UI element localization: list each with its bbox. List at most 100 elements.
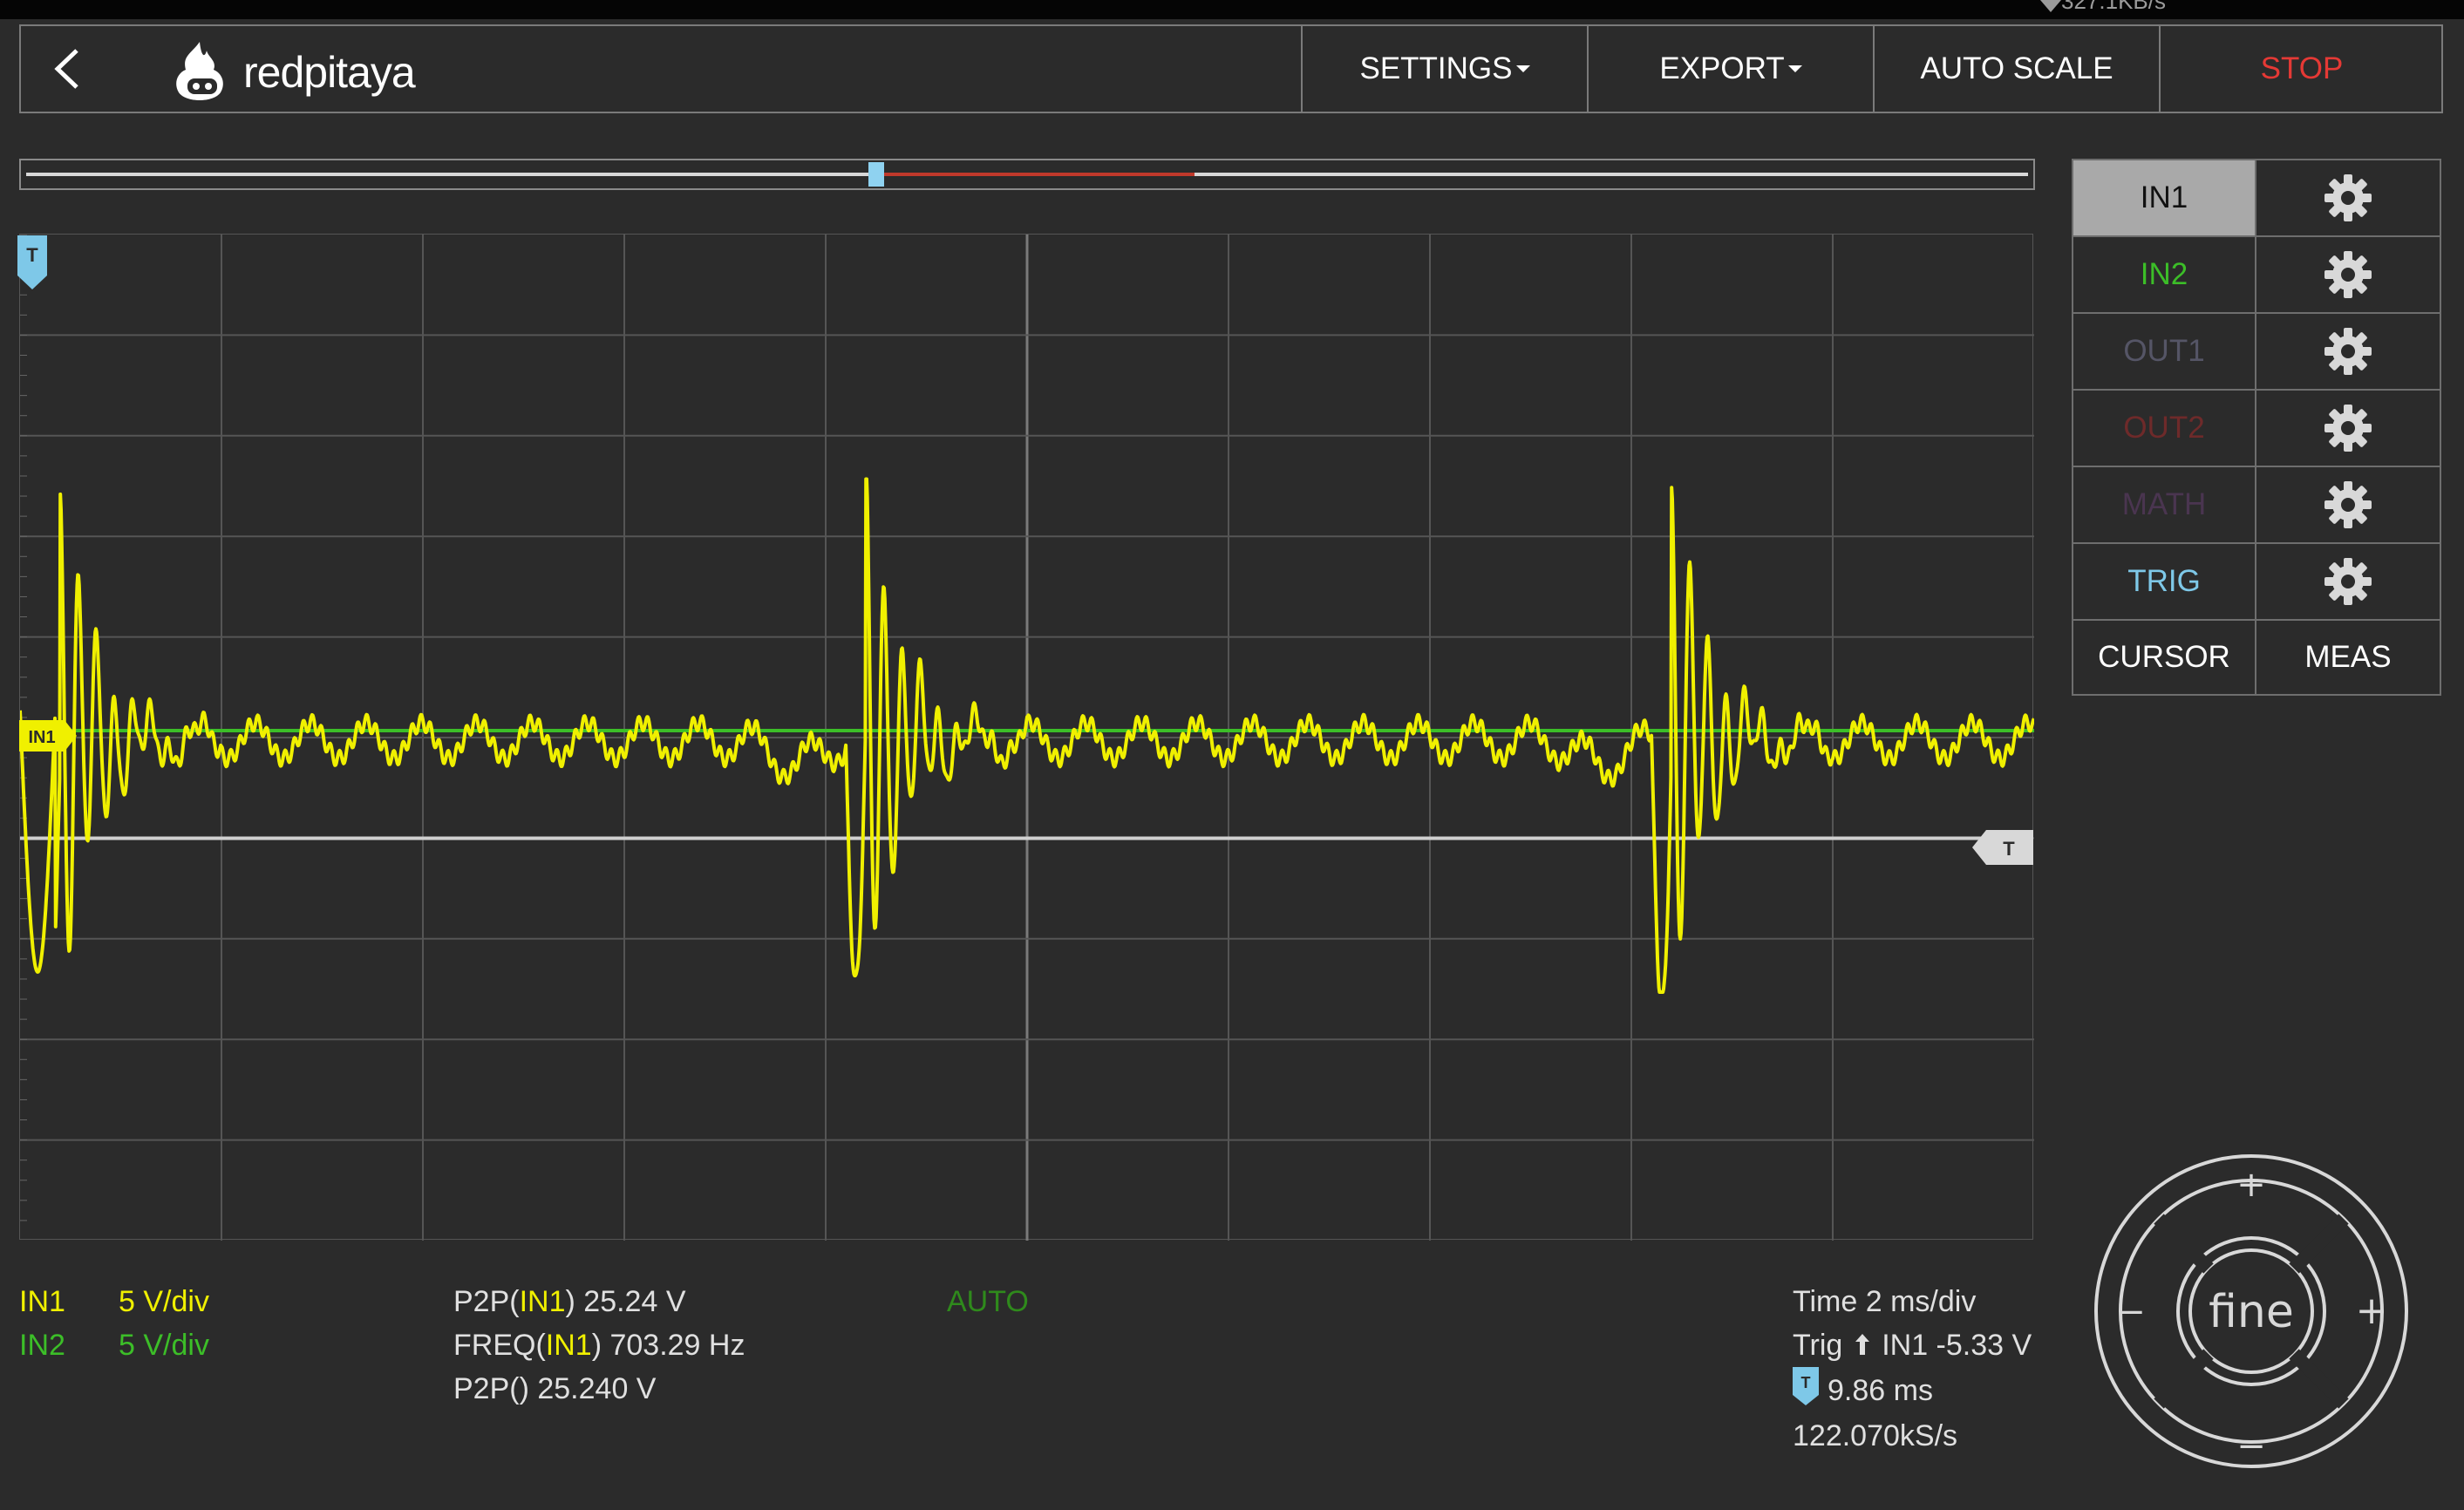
jog-left-button[interactable]: − bbox=[2116, 1292, 2146, 1332]
p2p-value: ) 25.24 V bbox=[565, 1285, 686, 1318]
jog-right-button[interactable]: + bbox=[2356, 1289, 2388, 1333]
in2-scale: 5 V/div bbox=[119, 1323, 209, 1367]
p2p-prefix: P2P( bbox=[453, 1285, 520, 1318]
channel-settings-in1[interactable] bbox=[2255, 159, 2441, 237]
jog-down-button[interactable]: − bbox=[2236, 1426, 2266, 1466]
in1-status-label: IN1 bbox=[19, 1285, 65, 1318]
cursor-label: CURSOR bbox=[2098, 640, 2230, 674]
jog-fine-button[interactable]: fine bbox=[2209, 1286, 2294, 1338]
stop-label: STOP bbox=[2260, 51, 2344, 85]
channel-label: MATH bbox=[2121, 487, 2207, 521]
in1-scale-value: 5 V/div bbox=[119, 1285, 209, 1318]
gear-icon bbox=[2323, 326, 2373, 377]
export-button[interactable]: EXPORT bbox=[1587, 26, 1873, 112]
gear-icon bbox=[2323, 403, 2373, 453]
freq-prefix: FREQ( bbox=[453, 1329, 546, 1362]
channel-settings-math[interactable] bbox=[2255, 466, 2441, 544]
oscilloscope-plot[interactable] bbox=[18, 234, 2036, 1241]
trigger-time-marker-label: T bbox=[26, 244, 38, 266]
channel-button-out1[interactable]: OUT1 bbox=[2072, 312, 2256, 391]
trigger-position: T 9.86 ms bbox=[1793, 1367, 1933, 1418]
time-position-slider[interactable] bbox=[19, 159, 2035, 190]
download-arrow-icon bbox=[2040, 0, 2061, 12]
slider-handle[interactable] bbox=[868, 162, 884, 187]
in1-status: IN1 bbox=[19, 1280, 65, 1323]
jog-down-label: − bbox=[2236, 1426, 2266, 1466]
channel-settings-in2[interactable] bbox=[2255, 235, 2441, 314]
meas-label: MEAS bbox=[2304, 640, 2392, 674]
back-chevron-icon[interactable] bbox=[44, 44, 94, 94]
channel-label: OUT1 bbox=[2123, 334, 2205, 368]
jog-up-label: + bbox=[2236, 1165, 2266, 1205]
in2-status: IN2 bbox=[19, 1323, 65, 1367]
trigger-level-marker-label: T bbox=[2003, 838, 2015, 860]
channel-label: TRIG bbox=[2127, 564, 2201, 598]
rising-edge-icon bbox=[1855, 1323, 1870, 1367]
caret-down-icon bbox=[1787, 65, 1802, 72]
jog-left-label: − bbox=[2116, 1292, 2146, 1332]
trig-source: IN1 -5.33 V bbox=[1882, 1329, 2032, 1362]
channel-settings-out1[interactable] bbox=[2255, 312, 2441, 391]
waveform-canvas bbox=[18, 234, 2036, 1241]
sample-rate: 122.070kS/s bbox=[1793, 1414, 1957, 1458]
freq-value: ) 703.29 Hz bbox=[591, 1329, 745, 1362]
stop-button[interactable]: STOP bbox=[2159, 26, 2443, 112]
caret-down-icon bbox=[1515, 65, 1530, 72]
channel-label: IN2 bbox=[2140, 257, 2188, 291]
channel-button-trig[interactable]: TRIG bbox=[2072, 542, 2256, 621]
channel-label: IN1 bbox=[2140, 180, 2188, 214]
jog-wheel[interactable]: + − − + fine bbox=[2094, 1144, 2408, 1479]
sample-rate-value: 122.070kS/s bbox=[1793, 1419, 1958, 1452]
channel-panel: IN1 IN2 OUT1 OUT2 MATH TRIG CURSOR MEAS bbox=[2072, 159, 2441, 696]
p2p-empty-measurement: P2P() 25.240 V bbox=[453, 1367, 656, 1411]
trigger-mode-value: AUTO bbox=[947, 1285, 1029, 1318]
time-div: Time 2 ms/div bbox=[1793, 1280, 1976, 1323]
transfer-rate-text: 327.1KB/s bbox=[2061, 0, 2166, 14]
slider-view-window bbox=[875, 173, 1195, 176]
channel-settings-trig[interactable] bbox=[2255, 542, 2441, 621]
trig-text: Trig bbox=[1793, 1329, 1843, 1362]
trig-pos-value: 9.86 ms bbox=[1828, 1373, 1933, 1407]
gear-icon bbox=[2323, 556, 2373, 607]
meas-button[interactable]: MEAS bbox=[2255, 619, 2441, 696]
gear-icon bbox=[2323, 173, 2373, 223]
jog-right-label: + bbox=[2356, 1289, 2388, 1333]
trigger-position-marker-label: T bbox=[1801, 1374, 1811, 1391]
trigger-info: Trig IN1 -5.33 V bbox=[1793, 1323, 2032, 1367]
logo-text: redpitaya bbox=[243, 48, 416, 97]
trigger-time-marker[interactable]: T bbox=[17, 235, 49, 296]
channel-settings-out2[interactable] bbox=[2255, 389, 2441, 467]
jog-up-button[interactable]: + bbox=[2236, 1165, 2266, 1205]
jog-center-label: fine bbox=[2209, 1286, 2294, 1338]
in1-marker-label: IN1 bbox=[28, 728, 55, 747]
in1-offset-marker[interactable]: IN1 bbox=[19, 720, 78, 756]
freq-channel: IN1 bbox=[545, 1329, 592, 1362]
in2-scale-value: 5 V/div bbox=[119, 1329, 209, 1362]
trigger-mode: AUTO bbox=[947, 1280, 1029, 1323]
top-navbar: redpitaya SETTINGS EXPORT AUTO SCALE STO… bbox=[19, 24, 2443, 113]
redpitaya-logo[interactable]: redpitaya bbox=[165, 38, 426, 105]
p2p-measurement: P2P(IN1) 25.24 V bbox=[453, 1280, 686, 1323]
export-label: EXPORT bbox=[1659, 51, 1785, 85]
in1-scale: 5 V/div bbox=[119, 1280, 209, 1323]
channel-button-in2[interactable]: IN2 bbox=[2072, 235, 2256, 314]
channel-button-math[interactable]: MATH bbox=[2072, 466, 2256, 544]
trigger-position-marker-icon: T bbox=[1793, 1367, 1819, 1418]
channel-button-in1[interactable]: IN1 bbox=[2072, 159, 2256, 237]
autoscale-button[interactable]: AUTO SCALE bbox=[1873, 26, 2159, 112]
autoscale-label: AUTO SCALE bbox=[1920, 51, 2113, 85]
time-div-value: Time 2 ms/div bbox=[1793, 1285, 1977, 1318]
settings-label: SETTINGS bbox=[1359, 51, 1513, 85]
p2p-channel: IN1 bbox=[519, 1285, 566, 1318]
channel-button-out2[interactable]: OUT2 bbox=[2072, 389, 2256, 467]
trigger-level-marker[interactable]: T bbox=[1972, 830, 2035, 869]
cursor-button[interactable]: CURSOR bbox=[2072, 619, 2256, 696]
freq-measurement: FREQ(IN1) 703.29 Hz bbox=[453, 1323, 745, 1367]
gear-icon bbox=[2323, 249, 2373, 300]
top-status-strip: 327.1KB/s bbox=[0, 0, 2464, 19]
p2p2-value: P2P() 25.240 V bbox=[453, 1372, 657, 1405]
redpitaya-logo-icon bbox=[176, 42, 223, 100]
gear-icon bbox=[2323, 480, 2373, 530]
settings-button[interactable]: SETTINGS bbox=[1301, 26, 1587, 112]
channel-label: OUT2 bbox=[2123, 411, 2205, 445]
